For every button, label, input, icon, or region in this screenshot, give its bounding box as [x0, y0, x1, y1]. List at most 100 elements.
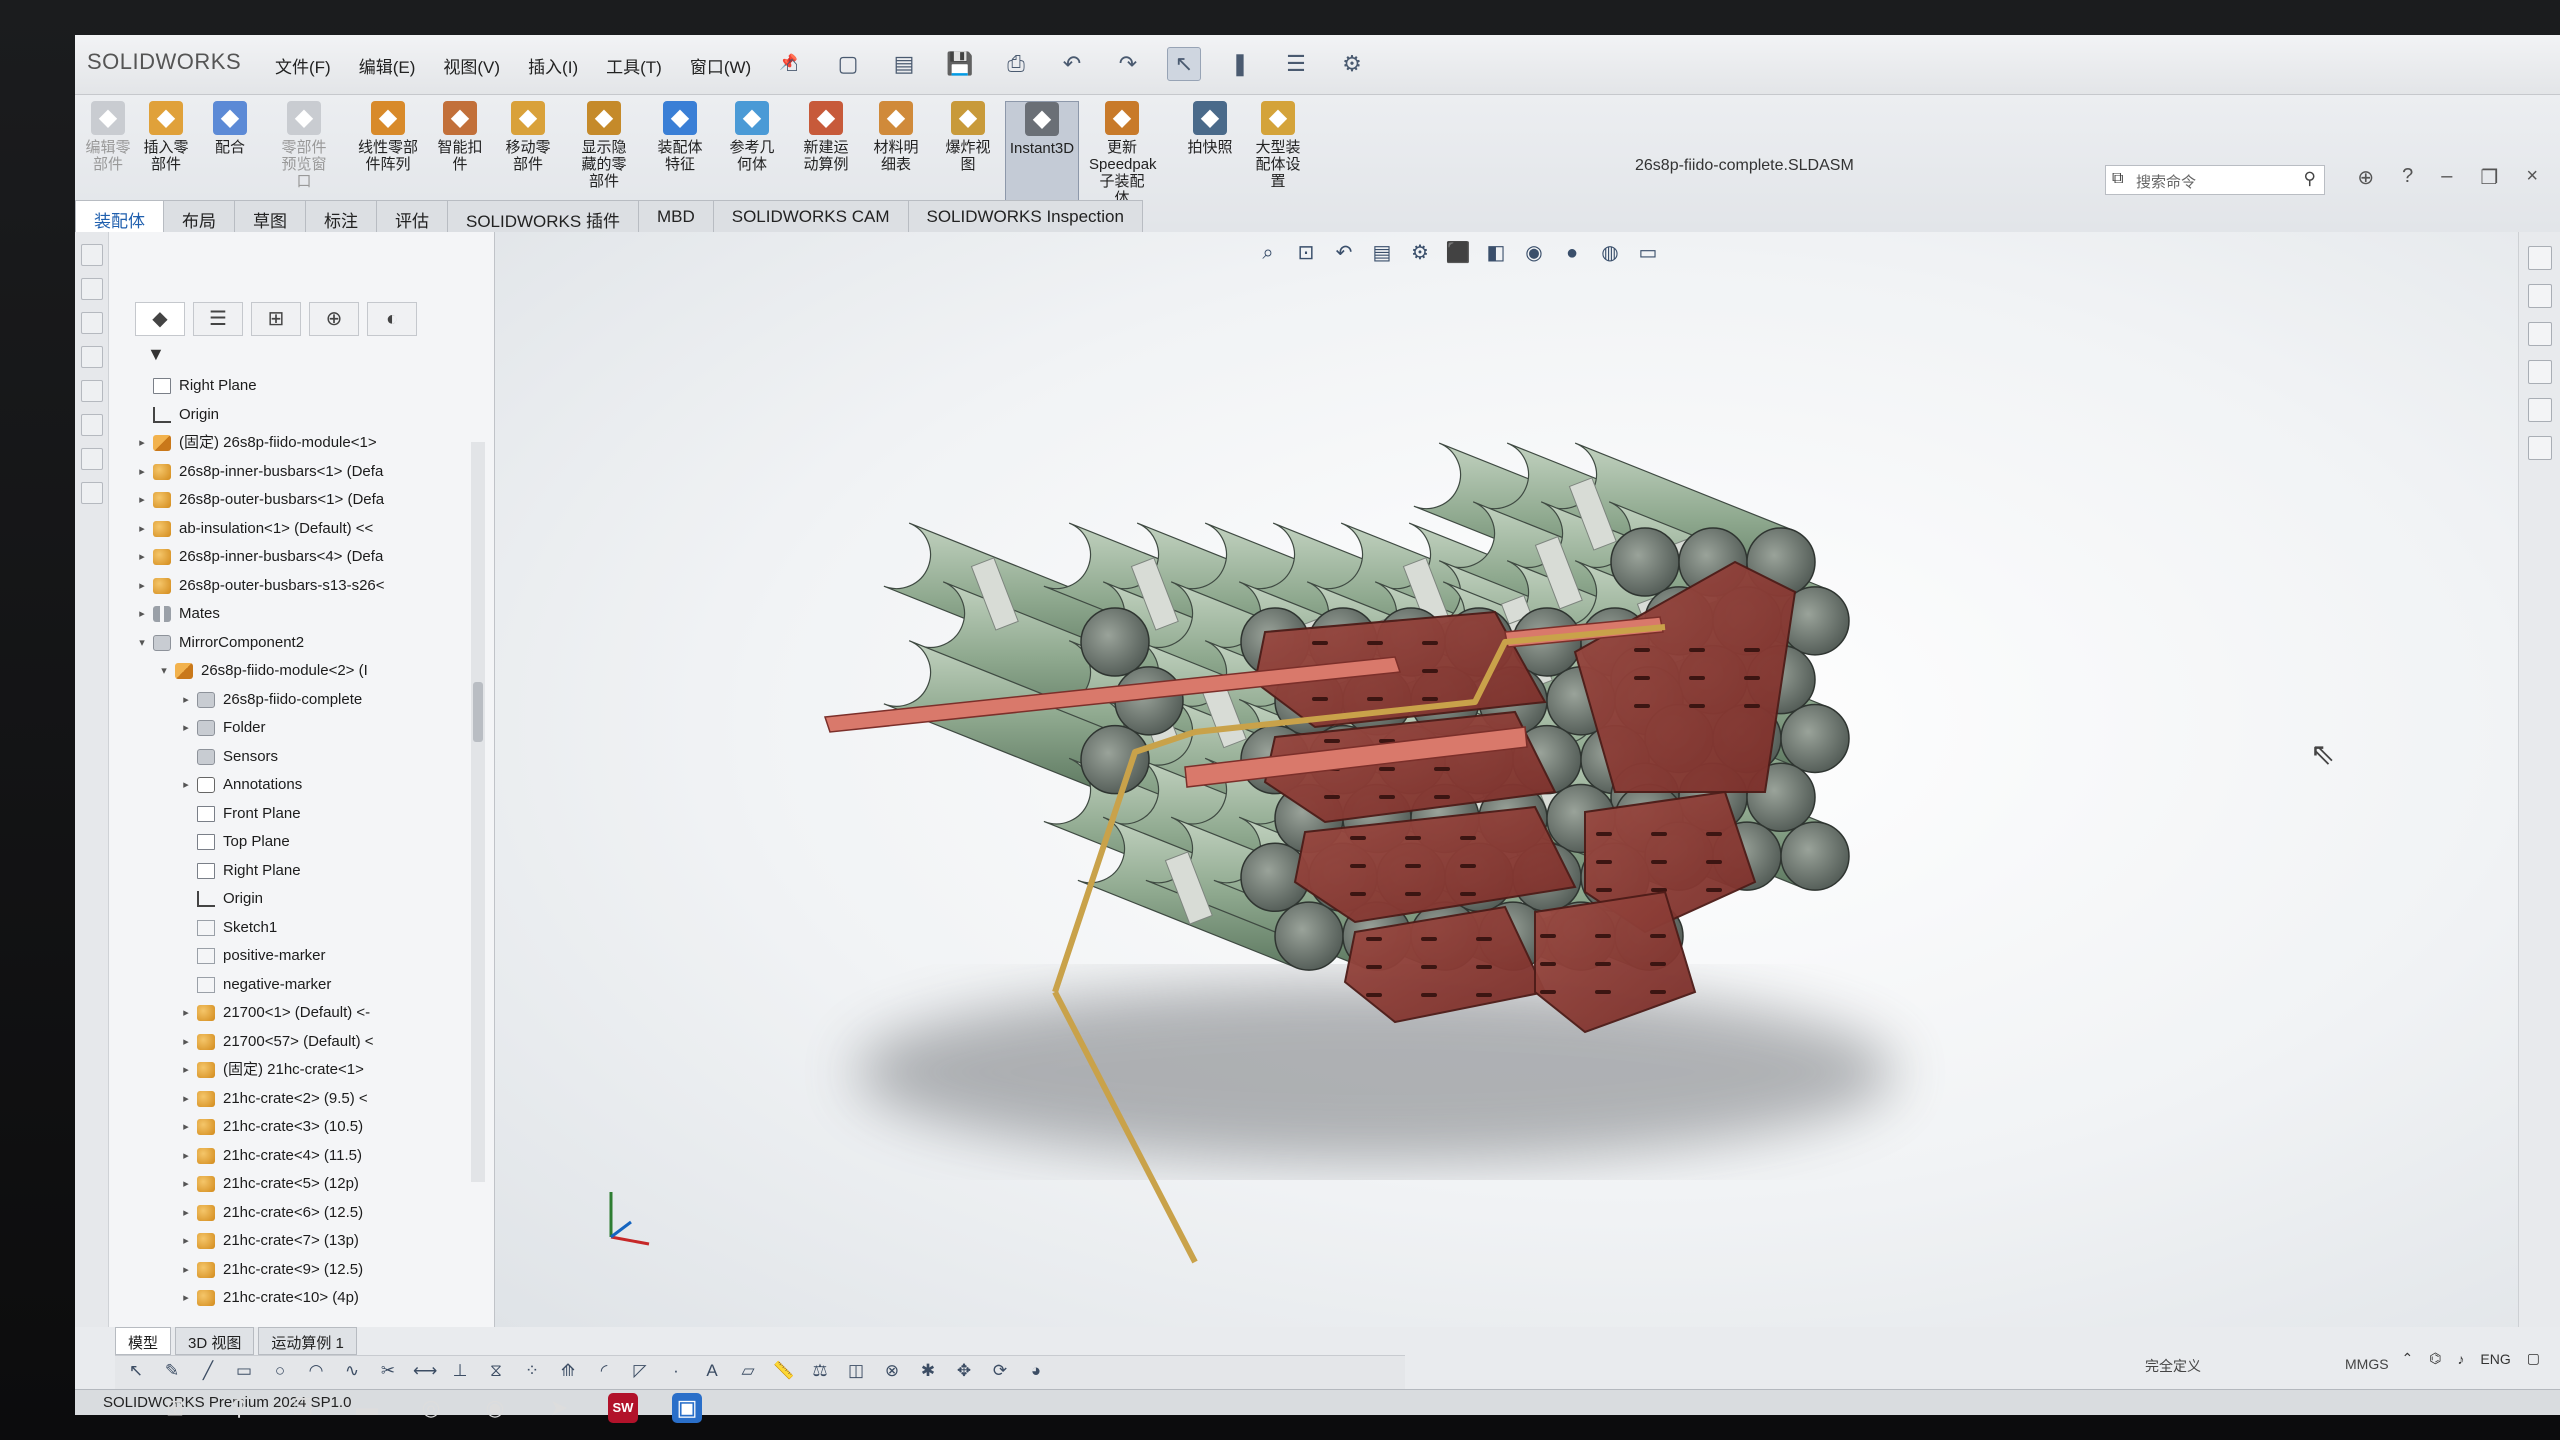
line-icon[interactable]: ╱ [197, 1360, 219, 1382]
print-icon[interactable]: ⎙ [999, 47, 1033, 81]
expand-toggle-icon[interactable]: ▸ [135, 543, 149, 572]
command-button[interactable]: ◆ 移动零 部件 [495, 101, 561, 173]
spline-icon[interactable]: ∿ [341, 1360, 363, 1382]
ribbon-tab[interactable]: 评估 [376, 200, 448, 232]
command-button[interactable]: ◆ 爆炸视 图 [935, 101, 1001, 173]
tree-node[interactable]: negative-marker [115, 971, 495, 1000]
windows-start-icon[interactable]: ⊞ [160, 1393, 190, 1423]
menu-item[interactable]: 视图(V) [443, 53, 500, 78]
tree-node[interactable]: ▸ 26s8p-outer-busbars-s13-s26< [115, 572, 495, 601]
expand-toggle-icon[interactable]: ▸ [135, 600, 149, 629]
file-explorer-icon[interactable]: ▬ [352, 1393, 382, 1423]
tree-node[interactable]: ▸ 21700<1> (Default) <- [115, 999, 495, 1028]
tree-node[interactable]: Origin [115, 401, 495, 430]
trim-icon[interactable]: ✂ [377, 1360, 399, 1382]
account-icon[interactable]: ⊕ [2357, 165, 2374, 190]
help-icon[interactable]: ? [2402, 165, 2413, 190]
command-button[interactable]: ◆ 材料明 细表 [863, 101, 929, 173]
arc-icon[interactable]: ◠ [305, 1360, 327, 1382]
battery-pack-model[interactable] [495, 232, 2495, 1292]
property-manager-tab-icon[interactable]: ☰ [193, 302, 243, 336]
model-tab[interactable]: 运动算例 1 [258, 1327, 357, 1355]
expand-toggle-icon[interactable]: ▸ [179, 1256, 193, 1285]
tool-icon[interactable] [81, 482, 103, 504]
tree-node[interactable]: ▸ Mates [115, 600, 495, 629]
chamfer-icon[interactable]: ◸ [629, 1360, 651, 1382]
tree-node[interactable]: ▸ 21700<57> (Default) < [115, 1028, 495, 1057]
unit-system[interactable]: MMGS [2345, 1356, 2389, 1372]
tool-icon[interactable] [81, 414, 103, 436]
tree-scrollbar[interactable] [471, 442, 485, 1182]
tree-node[interactable]: Origin [115, 885, 495, 914]
view-palette-icon[interactable] [2528, 360, 2552, 384]
dimxpert-manager-tab-icon[interactable]: ⊕ [309, 302, 359, 336]
minimize-icon[interactable]: – [2441, 165, 2452, 190]
menu-item[interactable]: 文件(F) [275, 53, 331, 78]
tree-node[interactable]: ▸ 21hc-crate<7> (13p) [115, 1227, 495, 1256]
command-button[interactable]: ◆ 更新 Speedpak 子装配 体 [1089, 101, 1157, 207]
command-button[interactable]: ◆ 智能扣 件 [427, 101, 493, 173]
expand-toggle-icon[interactable]: ▾ [135, 629, 149, 658]
ribbon-tab[interactable]: SOLIDWORKS CAM [712, 200, 909, 232]
close-icon[interactable]: × [2526, 165, 2538, 190]
notification-icon[interactable]: ▢ [2527, 1350, 2540, 1367]
tree-node[interactable]: ▸ 26s8p-fiido-complete [115, 686, 495, 715]
command-button[interactable]: ◆ 新建运 动算例 [793, 101, 859, 173]
search-icon[interactable]: ⚲ [2304, 169, 2316, 189]
expand-toggle-icon[interactable]: ▸ [135, 458, 149, 487]
tree-node[interactable]: ▸ 21hc-crate<10> (4p) [115, 1284, 495, 1312]
expand-toggle-icon[interactable]: ▸ [135, 515, 149, 544]
section-icon[interactable]: ◫ [845, 1360, 867, 1382]
tree-node[interactable]: ▸ 26s8p-outer-busbars<1> (Defa [115, 486, 495, 515]
model-tab[interactable]: 模型 [115, 1327, 172, 1355]
file-explorer-icon[interactable] [2528, 322, 2552, 346]
tree-node[interactable]: Right Plane [115, 857, 495, 886]
tree-node[interactable]: Sketch1 [115, 914, 495, 943]
tree-node[interactable]: ▸ 26s8p-inner-busbars<4> (Defa [115, 543, 495, 572]
command-button[interactable]: ◆ 装配体 特征 [647, 101, 713, 173]
ribbon-tab[interactable]: 标注 [305, 200, 377, 232]
fillet-icon[interactable]: ◜ [593, 1360, 615, 1382]
text-icon[interactable]: A [701, 1360, 723, 1382]
command-button[interactable]: ◆ 零部件 预览窗 口 [271, 101, 337, 190]
tree-node[interactable]: ▸ 21hc-crate<6> (12.5) [115, 1199, 495, 1228]
expand-toggle-icon[interactable]: ▸ [135, 429, 149, 458]
tool-icon[interactable] [81, 278, 103, 300]
mirror-icon[interactable]: ⧖ [485, 1360, 507, 1382]
measure-icon[interactable]: 📏 [773, 1360, 795, 1382]
expand-toggle-icon[interactable]: ▸ [179, 999, 193, 1028]
graphics-area[interactable]: ⌕ ⊡ ↶ ▤ ⚙ ⬛ ◧ ◉ ● ◍ ▭ ⇖ [495, 232, 2560, 1327]
restore-icon[interactable]: ❐ [2480, 165, 2498, 190]
chrome-icon[interactable]: ◎ [416, 1393, 446, 1423]
tree-node[interactable]: Front Plane [115, 800, 495, 829]
expand-toggle-icon[interactable]: ▸ [179, 714, 193, 743]
command-button[interactable]: ◆ 拍快照 [1177, 101, 1243, 156]
expand-toggle-icon[interactable]: ▸ [179, 1056, 193, 1085]
select-icon[interactable]: ↖ [1167, 47, 1201, 81]
ribbon-tab[interactable]: MBD [637, 200, 714, 232]
redo-icon[interactable]: ↷ [1111, 47, 1145, 81]
ribbon-tab[interactable]: 布局 [163, 200, 235, 232]
expand-toggle-icon[interactable]: ▸ [135, 486, 149, 515]
appearances-icon[interactable] [2528, 398, 2552, 422]
tree-node[interactable]: ▸ 21hc-crate<3> (10.5) [115, 1113, 495, 1142]
command-button[interactable]: ◆ 显示隐 藏的零 部件 [571, 101, 637, 190]
model-tab[interactable]: 3D 视图 [175, 1327, 255, 1355]
tree-node[interactable]: ▸ ab-insulation<1> (Default) << [115, 515, 495, 544]
select-icon[interactable]: ↖ [125, 1360, 147, 1382]
display-manager-tab-icon[interactable]: ◐ [367, 302, 417, 336]
active-app-icon[interactable]: ▣ [672, 1392, 702, 1423]
rectangle-icon[interactable]: ▭ [233, 1360, 255, 1382]
circle-icon[interactable]: ○ [269, 1360, 291, 1382]
expand-toggle-icon[interactable]: ▸ [179, 1199, 193, 1228]
command-button[interactable]: ◆ 插入零 部件 [133, 101, 199, 173]
tool-icon[interactable] [81, 346, 103, 368]
home-icon[interactable]: ⌂ [775, 47, 809, 81]
ribbon-tab[interactable]: 装配体 [75, 200, 164, 232]
tree-node[interactable]: ▸ (固定) 21hc-crate<1> [115, 1056, 495, 1085]
expand-toggle-icon[interactable]: ▸ [135, 572, 149, 601]
tree-node[interactable]: ▸ Annotations [115, 771, 495, 800]
tree-node[interactable]: ▸ 21hc-crate<2> (9.5) < [115, 1085, 495, 1114]
expand-toggle-icon[interactable]: ▸ [179, 1170, 193, 1199]
taskbar-search-icon[interactable]: ⚲ [224, 1393, 254, 1423]
